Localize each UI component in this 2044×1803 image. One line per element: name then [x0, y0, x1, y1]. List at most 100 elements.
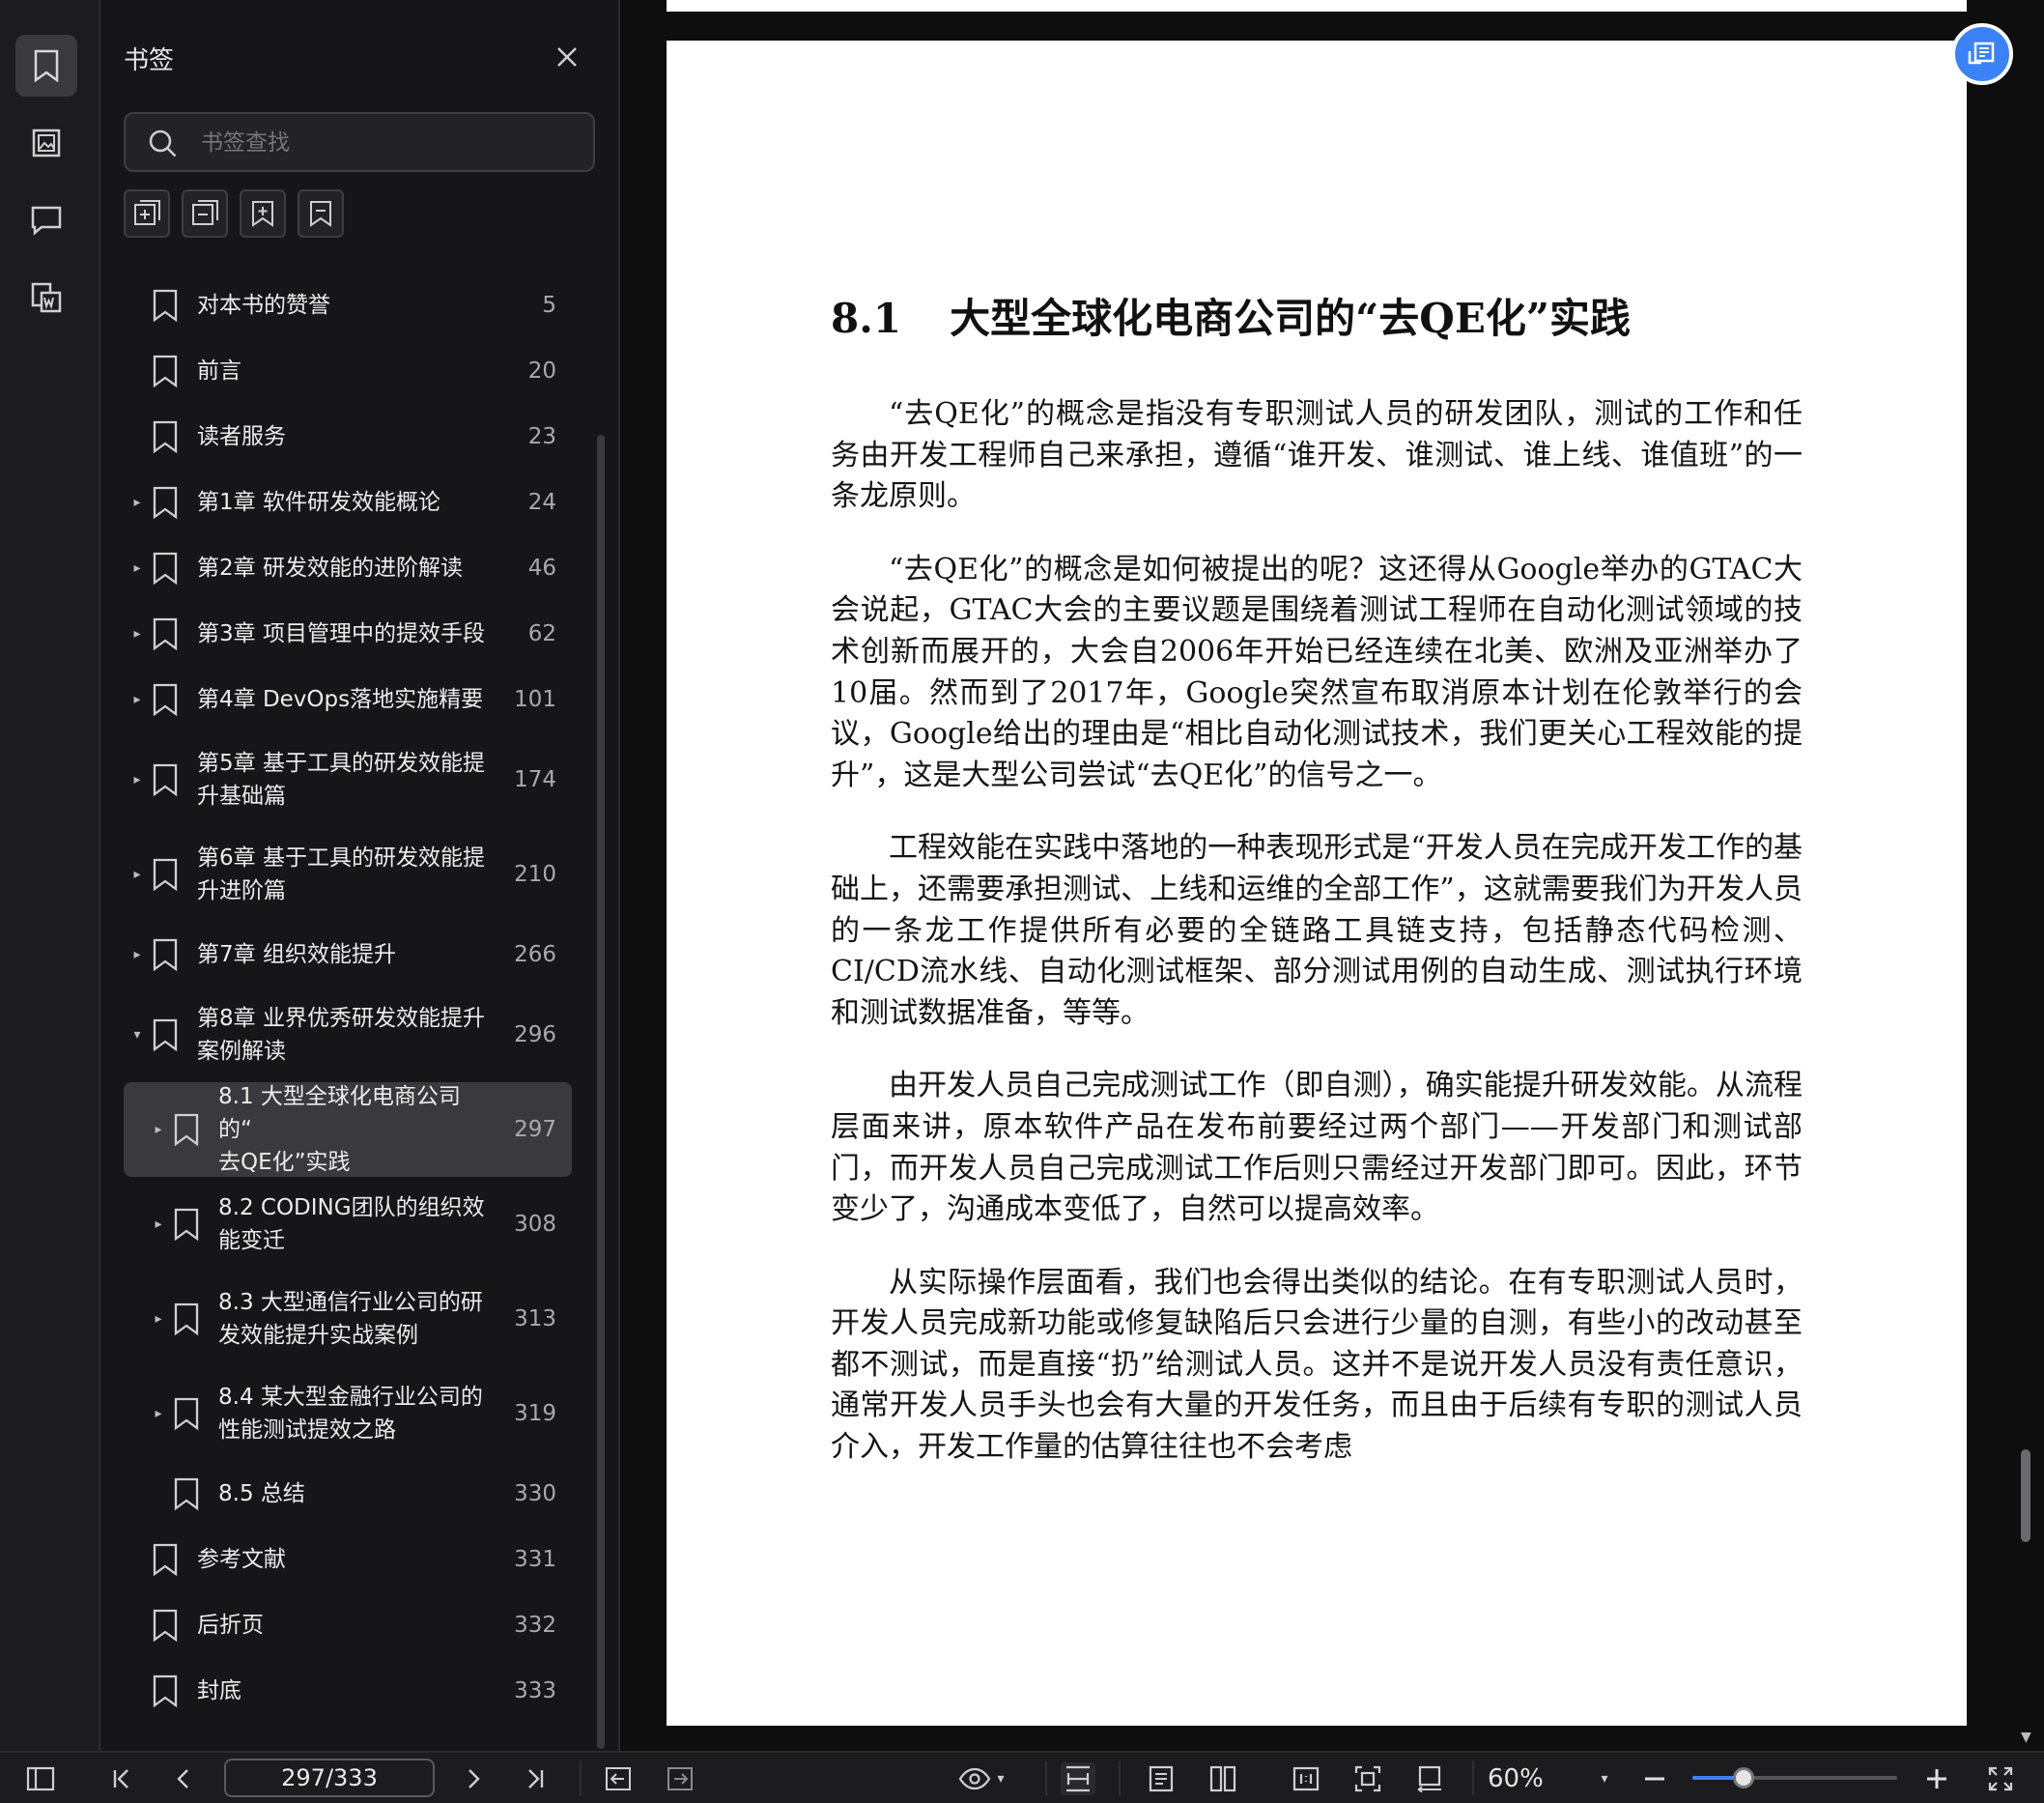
actual-size-button[interactable]	[1289, 1762, 1323, 1795]
caret-right-icon[interactable]: ▸	[153, 1122, 164, 1137]
bookmark-label: 后折页	[197, 1613, 264, 1638]
bookmark-item[interactable]: ▸ 第3章 项目管理中的提效手段 62	[124, 601, 572, 667]
word-export-icon	[31, 282, 62, 313]
bookmark-page-number: 210	[514, 862, 556, 887]
bookmark-item[interactable]: ▸ 第4章 DevOps落地实施精要 101	[124, 667, 572, 732]
fit-width-button[interactable]	[1061, 1762, 1095, 1795]
previous-page-edge	[667, 0, 1967, 12]
bookmark-item[interactable]: 后折页 332	[124, 1592, 572, 1658]
last-page-button[interactable]	[518, 1762, 553, 1795]
zoom-slider-handle[interactable]	[1733, 1767, 1754, 1789]
bookmark-search	[124, 112, 595, 172]
add-bookmark-button[interactable]	[240, 189, 286, 238]
paragraph: “去QE化”的概念是如何被提出的呢？这还得从Google举办的GTAC大会说起，…	[831, 552, 1803, 792]
plus-icon	[1927, 1769, 1946, 1789]
bookmark-item[interactable]: ▸ 第5章 基于工具的研发效能提 升基础篇 174	[124, 732, 572, 827]
caret-right-icon[interactable]: ▸	[131, 495, 143, 510]
view-mode-dropdown[interactable]: ▾	[951, 1762, 1012, 1795]
bookmark-plus-icon	[252, 201, 273, 227]
bookmark-item[interactable]: ▸ 8.1 大型全球化电商公司的“ 去QE化”实践 297	[124, 1082, 572, 1177]
bookmark-item[interactable]: ▸ 第1章 软件研发效能概论 24	[124, 470, 572, 535]
bookmark-item[interactable]: ▸ 8.4 某大型金融行业公司的 性能测试提效之路 319	[124, 1366, 572, 1461]
bookmark-page-number: 333	[514, 1678, 556, 1703]
scroll-down-arrow-icon[interactable]: ▼	[2021, 1730, 2031, 1745]
close-panel-button[interactable]	[553, 43, 582, 72]
fullscreen-icon	[1988, 1766, 2013, 1791]
first-page-icon	[113, 1769, 128, 1789]
bookmark-item[interactable]: 8.5 总结 330	[124, 1461, 572, 1527]
go-forward-button[interactable]	[663, 1762, 697, 1795]
go-back-button[interactable]	[601, 1762, 636, 1795]
bookmark-icon	[153, 617, 178, 651]
toolbar-divider	[1472, 1760, 1474, 1795]
bookmark-item[interactable]: ▸ 第2章 研发效能的进阶解读 46	[124, 535, 572, 601]
zoom-in-button[interactable]	[1922, 1762, 1951, 1795]
bookmark-page-number: 101	[514, 687, 556, 712]
search-input[interactable]	[199, 126, 580, 160]
caret-right-icon[interactable]: ▸	[131, 867, 143, 882]
chevron-left-icon	[177, 1769, 188, 1789]
caret-right-icon[interactable]: ▸	[153, 1311, 164, 1327]
caret-right-icon[interactable]: ▸	[153, 1216, 164, 1232]
bookmark-item[interactable]: ▸ 8.3 大型通信行业公司的研 发效能提升实战案例 313	[124, 1272, 572, 1366]
toggle-sidebar-button[interactable]	[21, 1762, 60, 1795]
icon-rail	[0, 0, 100, 1751]
zoom-level[interactable]: 60%	[1488, 1762, 1604, 1795]
bookmark-icon	[153, 1674, 178, 1708]
bookmark-tools	[124, 189, 344, 238]
caret-right-icon[interactable]: ▸	[131, 947, 143, 962]
fit-page-button[interactable]	[1350, 1762, 1385, 1795]
floating-translate-button[interactable]	[1951, 23, 2013, 85]
bookmark-button[interactable]	[298, 189, 344, 238]
paragraph: 工程效能在实践中落地的一种表现形式是“开发人员在完成开发工作的基础上，还需要承担…	[831, 831, 1803, 1030]
bookmark-icon	[153, 683, 178, 717]
word-export-button[interactable]	[15, 267, 77, 329]
bookmark-item[interactable]: 参考文献 331	[124, 1527, 572, 1592]
bookmark-label: 第6章 基于工具的研发效能提 升进阶篇	[197, 845, 485, 903]
bookmark-icon	[34, 49, 59, 82]
bookmark-icon	[153, 763, 178, 797]
caret-right-icon[interactable]: ▸	[153, 1406, 164, 1421]
caret-right-icon[interactable]: ▸	[131, 772, 143, 787]
double-page-button[interactable]	[1206, 1762, 1240, 1795]
fullscreen-button[interactable]	[1984, 1762, 2017, 1795]
zoom-slider[interactable]	[1692, 1767, 1897, 1789]
caret-down-icon[interactable]: ▾	[131, 1027, 143, 1043]
zoom-out-button[interactable]	[1640, 1762, 1669, 1795]
bookmark-item[interactable]: ▸ 8.2 CODING团队的组织效 能变迁 308	[124, 1177, 572, 1272]
collapse-bookmark-icon	[192, 200, 218, 225]
bookmark-label: 第8章 业界优秀研发效能提升 案例解读	[197, 1006, 485, 1064]
bookmark-item[interactable]: 对本书的赞誉 5	[124, 272, 572, 338]
bookmark-label: 参考文献	[197, 1547, 286, 1572]
single-page-button[interactable]	[1144, 1762, 1178, 1795]
bookmark-item[interactable]: ▸ 第6章 基于工具的研发效能提 升进阶篇 210	[124, 827, 572, 922]
thumbnail-panel-button[interactable]	[15, 112, 77, 174]
previous-page-button[interactable]	[166, 1762, 201, 1795]
bookmark-item[interactable]: 封底 333	[124, 1658, 572, 1724]
bookmark-icon	[153, 1543, 178, 1577]
bookmark-page-number: 20	[527, 358, 556, 384]
bookmark-item[interactable]: ▸ 第7章 组织效能提升 266	[124, 922, 572, 987]
collapse-all-button[interactable]	[182, 189, 228, 238]
bookmark-item[interactable]: 读者服务 23	[124, 404, 572, 470]
section-heading: 8.1 大型全球化电商公司的“去QE化”实践	[831, 286, 1631, 345]
expand-all-button[interactable]	[124, 189, 170, 238]
rotate-page-button[interactable]	[1412, 1762, 1447, 1795]
bookmark-page-number: 319	[514, 1401, 556, 1426]
page-number-input[interactable]: 297/333	[224, 1759, 435, 1797]
bookmark-icon	[153, 1018, 178, 1052]
bookmark-item[interactable]: ▾ 第8章 业界优秀研发效能提升 案例解读 296	[124, 987, 572, 1082]
panel-scrollbar[interactable]	[597, 435, 605, 1749]
bookmark-item[interactable]: 前言 20	[124, 338, 572, 404]
chevron-down-icon: ▾	[997, 1771, 1005, 1787]
zoom-dropdown[interactable]: ▾	[1592, 1762, 1617, 1795]
document-scrollbar[interactable]	[2021, 1449, 2030, 1542]
bookmark-panel-button[interactable]	[15, 35, 77, 97]
bookmark-page-number: 46	[527, 556, 556, 581]
first-page-button[interactable]	[104, 1762, 139, 1795]
caret-right-icon[interactable]: ▸	[131, 692, 143, 707]
caret-right-icon[interactable]: ▸	[131, 626, 143, 642]
next-page-button[interactable]	[456, 1762, 491, 1795]
comment-panel-button[interactable]	[15, 189, 77, 251]
caret-right-icon[interactable]: ▸	[131, 560, 143, 576]
